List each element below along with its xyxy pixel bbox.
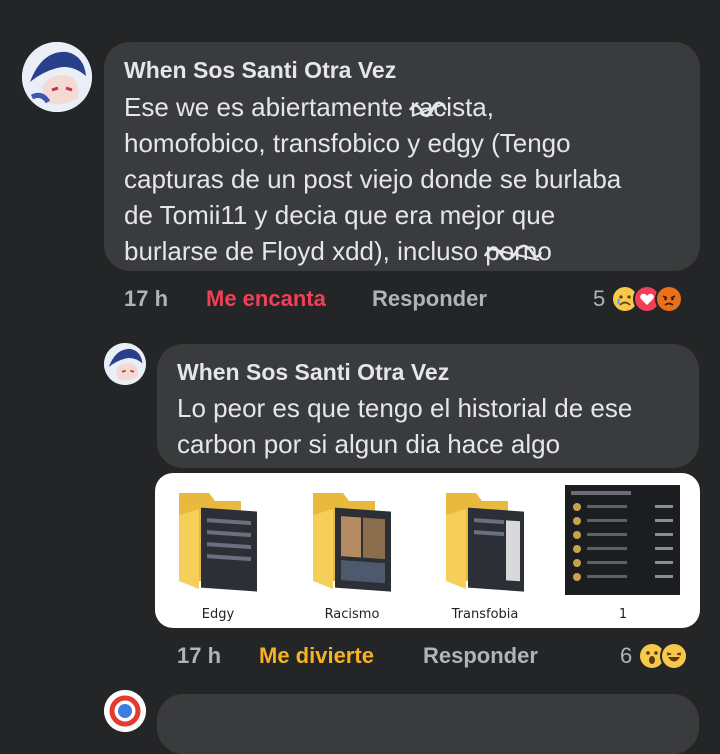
comment-text-line: carbon por si algun dia hace algo bbox=[177, 429, 561, 459]
attachment-label: Transfobia bbox=[451, 607, 519, 622]
redaction-scribble: ra ci bbox=[409, 92, 453, 122]
comment-text-line: sta, bbox=[452, 92, 494, 122]
folder-attachment[interactable]: Transfobia bbox=[430, 485, 540, 625]
comment-text-line: Ese we es abiertamente bbox=[124, 92, 403, 122]
comment-author[interactable]: When Sos Santi Otra Vez bbox=[124, 57, 396, 84]
redaction-scribble: po rno bbox=[484, 236, 552, 266]
comment-text: Ese we es abiertamente ra cista, homofobi… bbox=[124, 89, 621, 269]
profile-picture-icon bbox=[22, 42, 92, 112]
screenshot-thumbnail bbox=[565, 483, 680, 595]
reply-button[interactable]: Responder bbox=[372, 286, 487, 312]
reply-button[interactable]: Responder bbox=[423, 643, 538, 669]
reaction-count: 6 bbox=[620, 643, 633, 668]
comment-text-line: homofobico, transfobico y edgy (Tengo bbox=[124, 128, 571, 158]
avatar[interactable] bbox=[22, 42, 92, 112]
comment-timestamp[interactable]: 17 h bbox=[124, 286, 168, 312]
attachment-label: Edgy bbox=[201, 607, 235, 622]
profile-picture-icon bbox=[104, 690, 146, 732]
attachment-label: Racismo bbox=[324, 607, 380, 622]
folder-attachment[interactable]: Racismo bbox=[297, 485, 407, 625]
comment-timestamp[interactable]: 17 h bbox=[177, 643, 221, 669]
avatar[interactable] bbox=[104, 343, 146, 385]
comment-text-line: burlarse de Floyd xdd), incluso bbox=[124, 236, 479, 266]
reaction-summary[interactable]: 6 bbox=[620, 642, 689, 670]
reaction-button[interactable]: Me encanta bbox=[206, 286, 326, 312]
reaction-summary[interactable]: 5 bbox=[593, 285, 684, 313]
attachment-label: 1 bbox=[618, 607, 628, 622]
comment-text-line: Lo peor es que tengo el historial de ese bbox=[177, 393, 633, 423]
folder-attachment[interactable]: Edgy bbox=[163, 485, 273, 625]
comment-text-line: de Tomii11 y decia que era mejor que bbox=[124, 200, 556, 230]
angry-emoji-icon bbox=[655, 285, 684, 313]
image-attachment[interactable]: 1 bbox=[565, 483, 680, 625]
haha-emoji-icon bbox=[660, 642, 689, 670]
avatar[interactable] bbox=[104, 690, 146, 732]
reaction-count: 5 bbox=[593, 286, 606, 311]
folder-icon bbox=[179, 493, 257, 592]
folder-icon bbox=[446, 493, 524, 592]
comment-author[interactable]: When Sos Santi Otra Vez bbox=[177, 359, 449, 386]
profile-picture-icon bbox=[104, 343, 146, 385]
comment-text-line: capturas de un post viejo donde se burla… bbox=[124, 164, 622, 194]
comment-bubble bbox=[157, 694, 699, 754]
reaction-button[interactable]: Me divierte bbox=[259, 643, 374, 669]
comment-text: Lo peor es que tengo el historial de ese… bbox=[177, 390, 632, 462]
attachment-card[interactable]: Edgy Racismo Transfobia 1 bbox=[155, 473, 700, 628]
folder-icon bbox=[313, 493, 391, 592]
